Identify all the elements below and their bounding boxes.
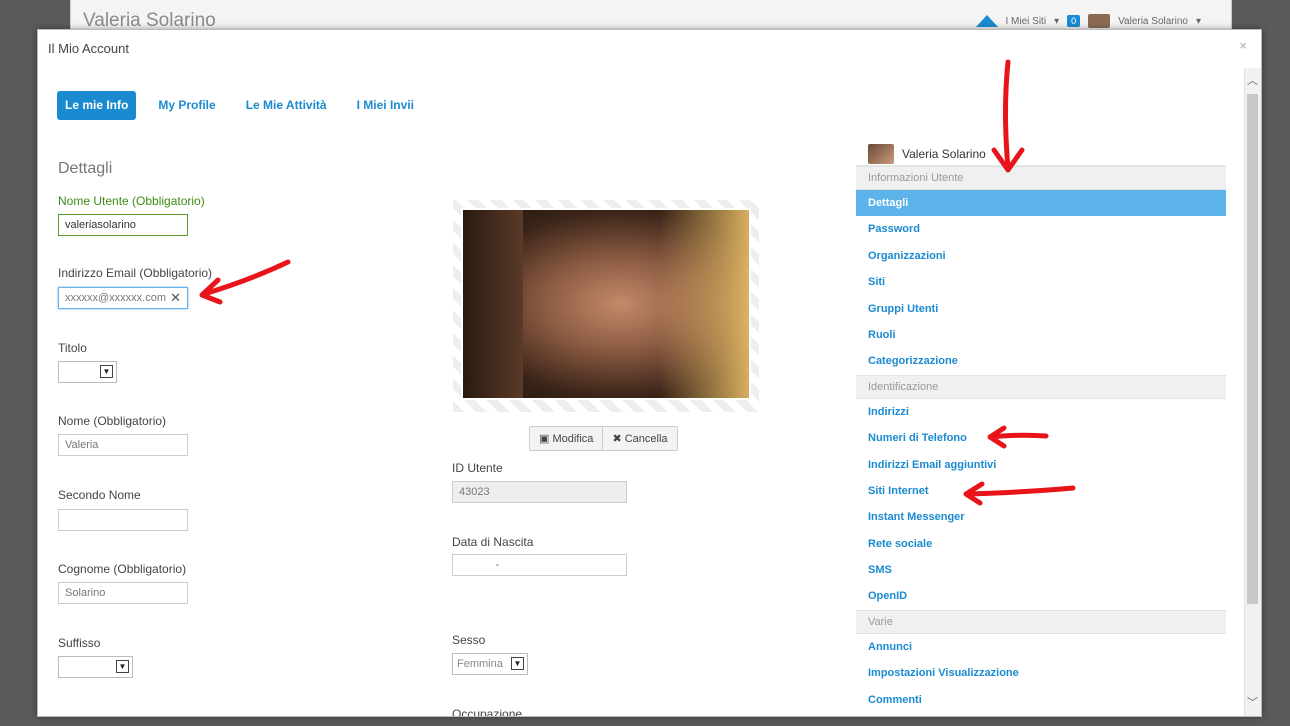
title-label: Titolo: [58, 341, 87, 355]
close-icon: ✖: [612, 433, 622, 445]
dialog-title: Il Mio Account: [48, 41, 129, 56]
vertical-scrollbar[interactable]: ︿ ﹀: [1244, 68, 1261, 716]
nav-group-varie: Varie: [856, 609, 1226, 634]
tab-my-profile[interactable]: My Profile: [150, 91, 223, 120]
home-icon[interactable]: [975, 15, 998, 27]
nav-item-indirizzi[interactable]: Indirizzi: [856, 399, 1226, 425]
last-name-label: Cognome (Obbligatorio): [58, 562, 187, 576]
gender-label: Sesso: [452, 633, 486, 647]
account-dialog: Il Mio Account × ︿ ﹀ Le mie Info My Prof…: [37, 29, 1262, 717]
nav-item-siti[interactable]: Siti: [856, 269, 1226, 295]
tab-le-mie-attivita[interactable]: Le Mie Attività: [238, 91, 335, 120]
nav-item-commenti[interactable]: Commenti: [856, 687, 1226, 713]
edit-photo-button[interactable]: ▣ Modifica: [530, 427, 602, 450]
nav-user-header: Valeria Solarino: [856, 143, 1226, 166]
user-menu[interactable]: Valeria Solarino: [1118, 16, 1188, 27]
birth-date-field[interactable]: -: [452, 554, 627, 576]
nav-item-numeri-telefono[interactable]: Numeri di Telefono: [856, 425, 1226, 451]
chevron-down-icon: ▾: [1195, 15, 1201, 27]
first-name-field[interactable]: Valeria: [58, 434, 188, 456]
tab-bar: Le mie Info My Profile Le Mie Attività I…: [57, 91, 436, 120]
nav-group-informazioni-utente: Informazioni Utente: [856, 166, 1226, 190]
close-icon[interactable]: ×: [1239, 38, 1247, 53]
nav-item-rete-sociale[interactable]: Rete sociale: [856, 531, 1226, 557]
nav-item-sms[interactable]: SMS: [856, 557, 1226, 583]
email-field[interactable]: xxxxxx@xxxxxx.com ✕: [58, 287, 188, 309]
gender-value: Femmina: [457, 658, 503, 670]
chevron-down-icon: ▼: [511, 657, 524, 670]
photo-light-right: [659, 210, 749, 398]
image-icon: ▣: [539, 433, 550, 445]
user-id-label: ID Utente: [452, 461, 503, 475]
birth-date-label: Data di Nascita: [452, 535, 534, 549]
scrollbar-thumb[interactable]: [1247, 94, 1258, 604]
avatar[interactable]: [1088, 14, 1111, 28]
photo-shade-left: [463, 210, 523, 398]
last-name-field[interactable]: Solarino: [58, 582, 188, 604]
delete-photo-button[interactable]: ✖ Cancella: [602, 427, 676, 450]
nav-item-indirizzi-email[interactable]: Indirizzi Email aggiuntivi: [856, 452, 1226, 478]
chevron-down-icon: ▼: [100, 365, 113, 378]
gender-select[interactable]: Femmina ▼: [452, 653, 528, 675]
tab-i-miei-invii[interactable]: I Miei Invii: [349, 91, 422, 120]
photo-actions: ▣ Modifica ✖ Cancella: [529, 426, 678, 451]
nav-item-ruoli[interactable]: Ruoli: [856, 322, 1226, 348]
nav-item-siti-internet[interactable]: Siti Internet: [856, 478, 1226, 504]
nav-item-categorizzazione[interactable]: Categorizzazione: [856, 348, 1226, 374]
nav-item-password[interactable]: Password: [856, 216, 1226, 242]
email-label: Indirizzo Email (Obbligatorio): [58, 266, 213, 280]
username-label: Nome Utente (Obbligatorio): [58, 194, 205, 208]
edit-photo-label: Modifica: [552, 433, 594, 445]
my-sites-menu[interactable]: I Miei Siti: [1006, 16, 1047, 27]
email-value: xxxxxx@xxxxxx.com: [65, 292, 167, 304]
middle-name-field[interactable]: [58, 509, 188, 531]
nav-item-gruppi-utenti[interactable]: Gruppi Utenti: [856, 296, 1226, 322]
background-toolbar: I Miei Siti ▾ 0 Valeria Solarino ▾: [975, 14, 1201, 28]
title-select[interactable]: ▼: [58, 361, 117, 383]
suffix-select[interactable]: ▼: [58, 656, 133, 678]
nav-item-impostazioni-visualizzazione[interactable]: Impostazioni Visualizzazione: [856, 660, 1226, 686]
background-page-header: Valeria Solarino I Miei Siti ▾ 0 Valeria…: [70, 0, 1232, 31]
profile-photo: [461, 208, 751, 400]
first-name-label: Nome (Obbligatorio): [58, 414, 167, 428]
nav-item-openid[interactable]: OpenID: [856, 583, 1226, 609]
scroll-up-icon[interactable]: ︿: [1247, 72, 1258, 88]
chevron-down-icon: ▾: [1054, 15, 1060, 27]
nav-item-organizzazioni[interactable]: Organizzazioni: [856, 243, 1226, 269]
chevron-down-icon: ▼: [116, 660, 129, 673]
section-title: Dettagli: [58, 160, 113, 177]
user-id-field: 43023: [452, 481, 627, 503]
nav-item-instant-messenger[interactable]: Instant Messenger: [856, 504, 1226, 530]
account-navigation: Valeria Solarino Informazioni Utente Det…: [856, 143, 1226, 713]
nav-user-name: Valeria Solarino: [902, 147, 986, 161]
notification-badge[interactable]: 0: [1067, 15, 1081, 27]
delete-photo-label: Cancella: [624, 433, 668, 445]
nav-item-annunci[interactable]: Annunci: [856, 634, 1226, 660]
clear-icon[interactable]: ✕: [170, 288, 181, 308]
nav-group-identificazione: Identificazione: [856, 374, 1226, 399]
job-label: Occupazione: [452, 707, 523, 717]
profile-photo-frame: [453, 200, 759, 412]
username-field[interactable]: valeriasolarino: [58, 214, 188, 236]
middle-name-label: Secondo Nome: [58, 488, 141, 502]
scroll-down-icon[interactable]: ﹀: [1247, 694, 1258, 710]
tab-le-mie-info[interactable]: Le mie Info: [57, 91, 137, 120]
nav-item-dettagli[interactable]: Dettagli: [856, 190, 1226, 217]
avatar: [868, 144, 894, 164]
suffix-label: Suffisso: [58, 636, 101, 650]
